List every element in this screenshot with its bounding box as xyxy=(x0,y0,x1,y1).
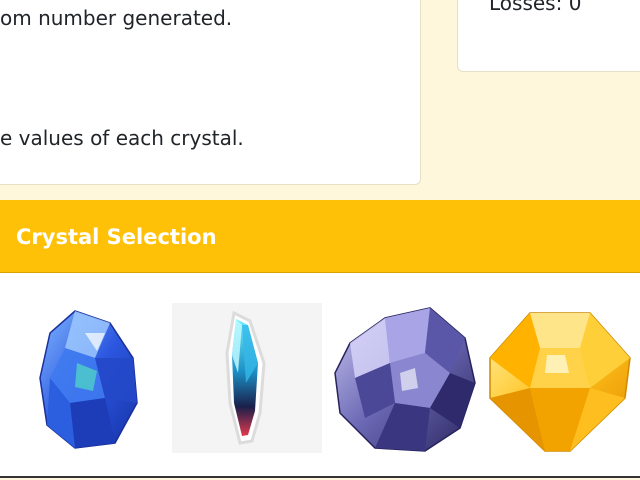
yellow-crystal-button[interactable] xyxy=(485,303,635,453)
cyan-red-shard-crystal-icon xyxy=(225,310,266,445)
instructions-line: e values of each crystal. xyxy=(0,126,244,150)
cyan-crystal-button[interactable] xyxy=(172,303,322,453)
losses-counter: Losses: 0 xyxy=(489,0,582,15)
crystal-selection-header: Crystal Selection xyxy=(0,200,640,273)
instructions-line: om number generated. xyxy=(0,6,233,30)
yellow-topaz-crystal-icon xyxy=(489,312,631,452)
purple-crystal-button[interactable] xyxy=(330,303,480,453)
score-card: Losses: 0 xyxy=(457,0,640,72)
blue-sapphire-crystal-icon xyxy=(39,310,138,449)
crystal-selection-title: Crystal Selection xyxy=(16,225,217,249)
purple-geode-crystal-icon xyxy=(334,307,476,452)
blue-crystal-button[interactable] xyxy=(15,303,165,453)
instructions-card: om number generated. e values of each cr… xyxy=(0,0,421,185)
crystal-selection-panel xyxy=(0,273,640,478)
page: om number generated. e values of each cr… xyxy=(0,0,640,480)
